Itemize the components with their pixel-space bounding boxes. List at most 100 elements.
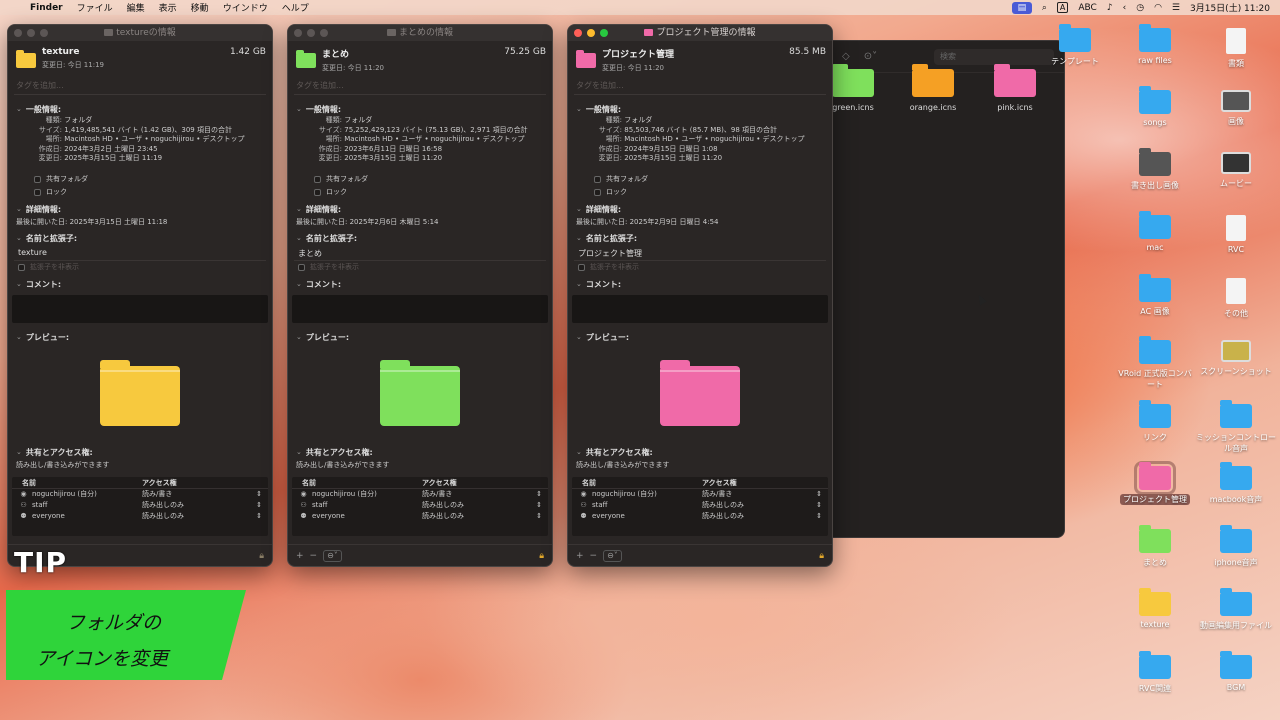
- comments-textarea[interactable]: [572, 294, 828, 323]
- more-options-icon[interactable]: ⊙˅: [864, 51, 877, 62]
- desktop-icon[interactable]: 書類: [1196, 28, 1276, 69]
- desktop-icon[interactable]: RVC関連: [1115, 651, 1195, 694]
- column-name[interactable]: 名前: [292, 477, 422, 488]
- desktop-icon[interactable]: まとめ: [1115, 525, 1195, 568]
- menubar-datetime[interactable]: 3月15日(土) 11:20: [1190, 1, 1270, 14]
- locked-checkbox[interactable]: ロック: [288, 186, 552, 199]
- section-preview[interactable]: ⌄ プレビュー:: [288, 331, 552, 344]
- action-menu-button[interactable]: ⊖˅: [603, 549, 622, 562]
- finder-item-green-icns[interactable]: green.icns: [832, 63, 888, 112]
- section-general[interactable]: ⌄ 一般情報:: [8, 103, 272, 116]
- permission-row[interactable]: ⚉ everyone 読み出しのみ ⇕: [12, 511, 268, 522]
- input-source-label[interactable]: ABC: [1078, 3, 1096, 13]
- column-access[interactable]: アクセス権: [702, 477, 737, 488]
- apple-menu-icon[interactable]: [10, 3, 20, 13]
- menu-app-finder[interactable]: Finder: [30, 3, 63, 13]
- section-more-info[interactable]: ⌄ 詳細情報:: [8, 203, 272, 216]
- permission-access-popup[interactable]: 読み/書き ⇕: [702, 489, 828, 500]
- section-name-extension[interactable]: ⌄ 名前と拡張子:: [8, 232, 272, 245]
- section-comments[interactable]: ⌄ コメント:: [8, 278, 272, 291]
- desktop-icon[interactable]: その他: [1196, 278, 1276, 319]
- section-name-extension[interactable]: ⌄ 名前と拡張子:: [288, 232, 552, 245]
- control-center-active-icon[interactable]: ▤: [1011, 1, 1032, 14]
- folder-icon[interactable]: [16, 50, 36, 68]
- desktop-icon[interactable]: songs: [1115, 86, 1195, 127]
- remove-user-button[interactable]: −: [590, 551, 598, 561]
- section-preview[interactable]: ⌄ プレビュー:: [8, 331, 272, 344]
- zoom-button[interactable]: [40, 29, 48, 37]
- desktop-icon[interactable]: RVC: [1196, 215, 1276, 254]
- permission-access-popup[interactable]: 読み出しのみ ⇕: [702, 500, 828, 511]
- menu-edit[interactable]: 編集: [127, 1, 145, 14]
- clock-icon[interactable]: ◷: [1136, 3, 1144, 13]
- remove-user-button[interactable]: −: [310, 551, 318, 561]
- desktop-icon[interactable]: mac: [1115, 211, 1195, 252]
- section-more-info[interactable]: ⌄ 詳細情報:: [288, 203, 552, 216]
- shared-folder-checkbox[interactable]: 共有フォルダ: [568, 173, 832, 186]
- finder-item-orange-icns[interactable]: orange.icns: [898, 63, 968, 112]
- permission-access-popup[interactable]: 読み出しのみ ⇕: [422, 511, 548, 522]
- permission-access-popup[interactable]: 読み/書き ⇕: [142, 489, 268, 500]
- finder-item-pink-icns[interactable]: pink.icns: [980, 63, 1050, 112]
- lock-icon[interactable]: 🔒︎: [539, 551, 544, 561]
- permission-row[interactable]: ◉ noguchijirou (自分) 読み/書き ⇕: [292, 489, 548, 500]
- minimize-button[interactable]: [307, 29, 315, 37]
- desktop-icon[interactable]: texture: [1115, 588, 1195, 629]
- permission-row[interactable]: ⚇ staff 読み出しのみ ⇕: [572, 500, 828, 511]
- tags-input[interactable]: タグを追加...: [294, 77, 546, 95]
- permission-row[interactable]: ⚉ everyone 読み出しのみ ⇕: [572, 511, 828, 522]
- desktop-icon[interactable]: iphone音声: [1196, 525, 1276, 568]
- hide-extension-checkbox[interactable]: 拡張子を非表示: [568, 261, 832, 274]
- section-sharing-permissions[interactable]: ⌄ 共有とアクセス権:: [8, 446, 272, 459]
- lock-icon[interactable]: 🔒︎: [819, 551, 824, 561]
- close-button[interactable]: [294, 29, 302, 37]
- desktop-icon[interactable]: ミッションコントロール音声: [1196, 400, 1276, 454]
- column-access[interactable]: アクセス権: [142, 477, 177, 488]
- permission-access-popup[interactable]: 読み出しのみ ⇕: [422, 500, 548, 511]
- menu-help[interactable]: ヘルプ: [282, 1, 309, 14]
- permission-row[interactable]: ◉ noguchijirou (自分) 読み/書き ⇕: [572, 489, 828, 500]
- comments-textarea[interactable]: [292, 294, 548, 323]
- desktop-icon[interactable]: BGM: [1196, 651, 1276, 692]
- permission-row[interactable]: ◉ noguchijirou (自分) 読み/書き ⇕: [12, 489, 268, 500]
- section-general[interactable]: ⌄ 一般情報:: [288, 103, 552, 116]
- add-user-button[interactable]: +: [296, 551, 304, 561]
- desktop-icon[interactable]: VRoid 正式版コンバート: [1115, 336, 1195, 390]
- action-menu-button[interactable]: ⊖˅: [323, 549, 342, 562]
- permission-row[interactable]: ⚉ everyone 読み出しのみ ⇕: [292, 511, 548, 522]
- column-name[interactable]: 名前: [12, 477, 142, 488]
- section-comments[interactable]: ⌄ コメント:: [288, 278, 552, 291]
- lock-icon[interactable]: 🔒︎: [259, 551, 264, 561]
- desktop-icon[interactable]: 書き出し画像: [1115, 148, 1195, 191]
- menu-window[interactable]: ウインドウ: [223, 1, 268, 14]
- close-button[interactable]: [574, 29, 582, 37]
- shared-folder-checkbox[interactable]: 共有フォルダ: [288, 173, 552, 186]
- desktop-icon[interactable]: ムービー: [1196, 152, 1276, 189]
- desktop-icon[interactable]: AC 画像: [1115, 274, 1195, 317]
- hide-extension-checkbox[interactable]: 拡張子を非表示: [288, 261, 552, 274]
- desktop-icon[interactable]: スクリーンショット: [1196, 340, 1276, 377]
- permission-row[interactable]: ⚇ staff 読み出しのみ ⇕: [12, 500, 268, 511]
- folder-icon[interactable]: [576, 50, 596, 68]
- name-input[interactable]: まとめ: [294, 247, 546, 261]
- permission-access-popup[interactable]: 読み出しのみ ⇕: [142, 511, 268, 522]
- tag-icon[interactable]: ◇: [842, 51, 850, 62]
- tags-input[interactable]: タグを追加...: [14, 77, 266, 95]
- folder-icon[interactable]: [296, 50, 316, 68]
- control-center-icon[interactable]: ☰: [1172, 3, 1180, 13]
- permission-access-popup[interactable]: 読み/書き ⇕: [422, 489, 548, 500]
- window-titlebar[interactable]: プロジェクト管理の情報: [568, 25, 832, 41]
- hide-extension-checkbox[interactable]: 拡張子を非表示: [8, 261, 272, 274]
- section-name-extension[interactable]: ⌄ 名前と拡張子:: [568, 232, 832, 245]
- add-user-button[interactable]: +: [576, 551, 584, 561]
- name-input[interactable]: プロジェクト管理: [574, 247, 826, 261]
- desktop-icon[interactable]: raw files: [1115, 24, 1195, 65]
- section-sharing-permissions[interactable]: ⌄ 共有とアクセス権:: [568, 446, 832, 459]
- window-titlebar[interactable]: まとめの情報: [288, 25, 552, 41]
- name-input[interactable]: texture: [14, 247, 266, 261]
- section-comments[interactable]: ⌄ コメント:: [568, 278, 832, 291]
- minimize-button[interactable]: [27, 29, 35, 37]
- zoom-button[interactable]: [320, 29, 328, 37]
- input-source-icon[interactable]: A: [1056, 2, 1069, 13]
- section-preview[interactable]: ⌄ プレビュー:: [568, 331, 832, 344]
